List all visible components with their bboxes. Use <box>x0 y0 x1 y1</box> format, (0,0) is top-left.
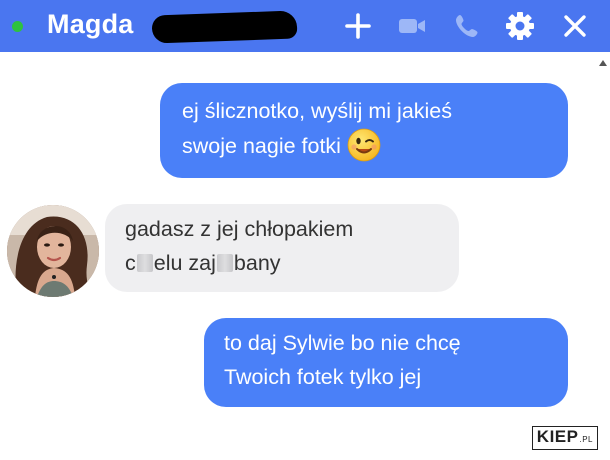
scrollbar[interactable] <box>596 52 610 460</box>
outgoing-message-bubble[interactable]: to daj Sylwie bo nie chcę Twoich fotek t… <box>204 318 568 407</box>
message-text: ej ślicznotko, wyślij mi jakieś <box>182 99 453 123</box>
message-text: c <box>125 251 136 275</box>
contact-avatar[interactable] <box>7 205 99 297</box>
contact-name[interactable]: Magda <box>47 9 134 40</box>
watermark-brand: KIEP <box>536 427 579 446</box>
incoming-message-bubble[interactable]: gadasz z jej chłopakiem c elu zaj bany <box>105 204 459 292</box>
message-text: to daj Sylwie bo nie chcę <box>224 331 461 355</box>
outgoing-message-bubble[interactable]: ej ślicznotko, wyślij mi jakieś swoje na… <box>160 83 568 178</box>
chat-header: Magda <box>0 0 610 52</box>
message-text: Twoich fotek tylko jej <box>224 365 422 389</box>
winking-face-emoji <box>347 128 381 162</box>
scroll-up-arrow[interactable] <box>599 60 607 66</box>
censored-text <box>216 254 233 272</box>
message-text: swoje nagie fotki <box>182 134 341 158</box>
close-icon[interactable] <box>559 10 591 42</box>
censored-text <box>136 254 153 272</box>
video-camera-icon[interactable] <box>396 10 428 42</box>
plus-icon[interactable] <box>342 10 374 42</box>
online-status-dot <box>12 21 23 32</box>
redacted-surname <box>151 10 298 44</box>
watermark-suffix: .PL <box>579 435 593 444</box>
kiep-watermark-logo: KIEP.PL <box>531 426 598 450</box>
message-text: gadasz z jej chłopakiem <box>125 217 354 241</box>
gear-icon[interactable] <box>504 10 536 42</box>
message-text: bany <box>233 251 281 275</box>
message-text: elu zaj <box>153 251 216 275</box>
phone-icon[interactable] <box>451 10 483 42</box>
